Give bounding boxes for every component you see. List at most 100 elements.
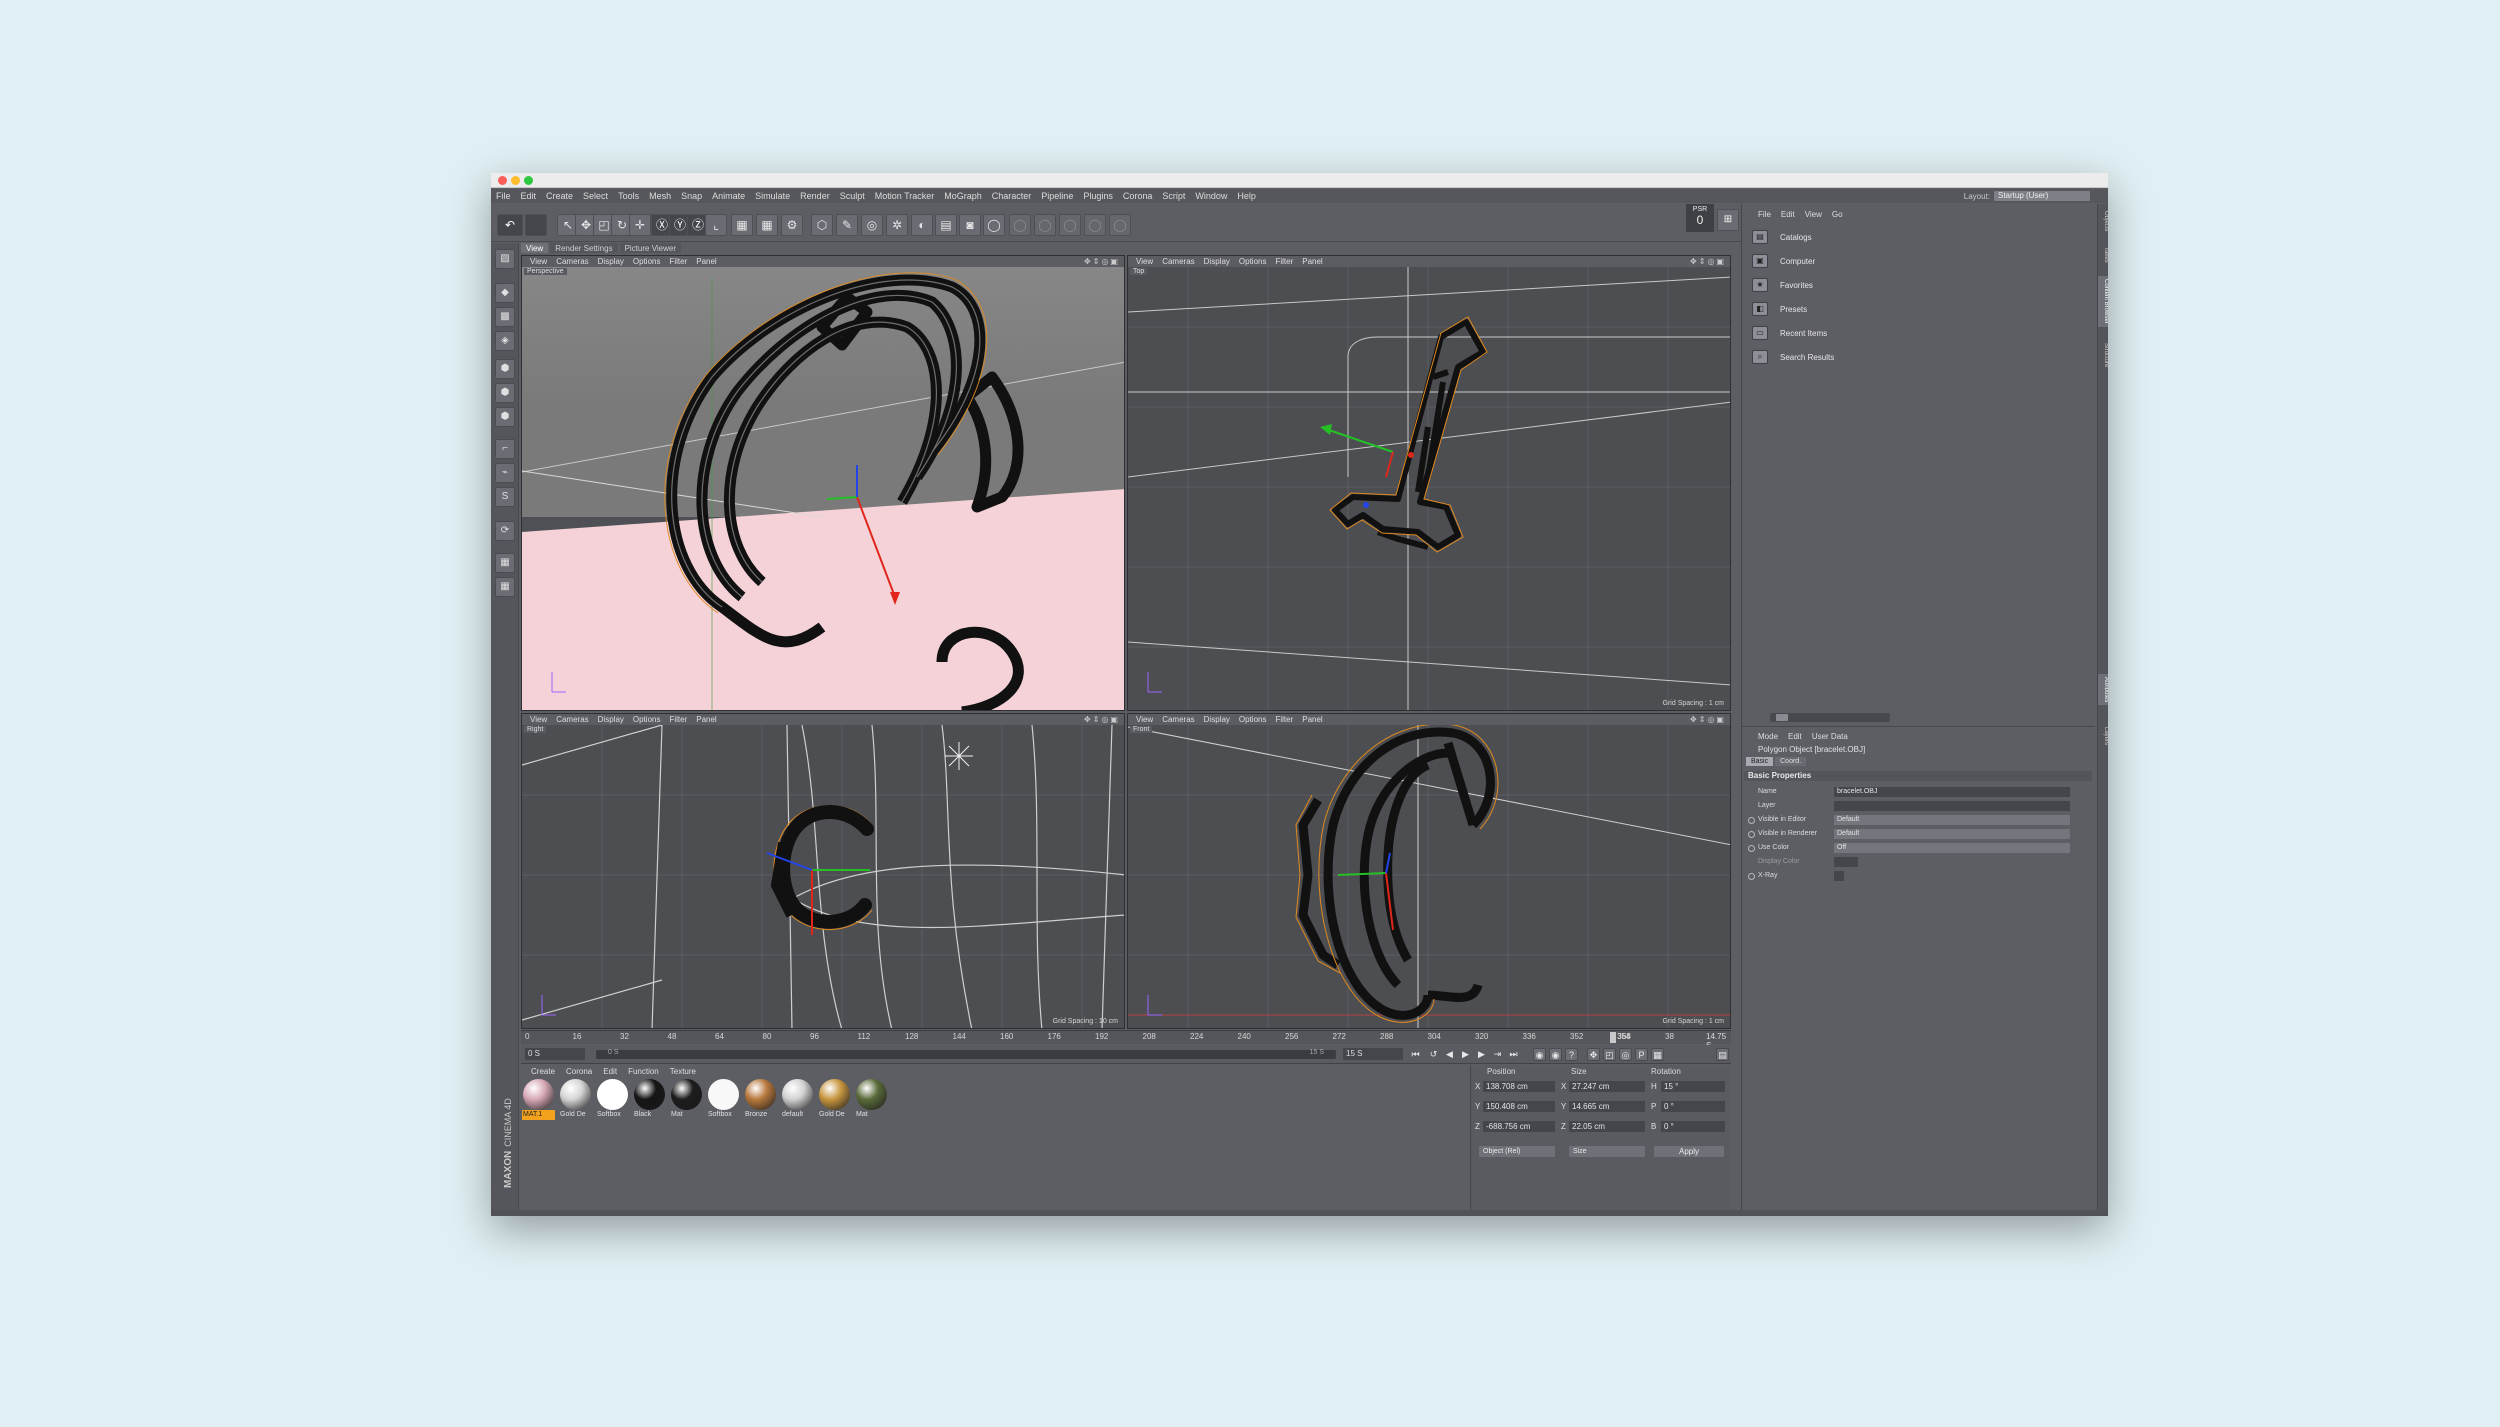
rotation-field[interactable]: 0 ° xyxy=(1661,1101,1725,1112)
menu-select[interactable]: Select xyxy=(578,191,613,201)
content-browser-item-catalogs[interactable]: ▤ Catalogs xyxy=(1752,228,1812,246)
viewport-menu-options[interactable]: Options xyxy=(633,257,661,266)
render-picture-viewer-icon[interactable]: ▦ xyxy=(756,214,778,236)
viewport-menu-view[interactable]: View xyxy=(530,257,547,266)
material-item[interactable]: Softbox xyxy=(707,1079,740,1120)
material-preview-ball[interactable] xyxy=(745,1079,776,1110)
viewport-menu-panel[interactable]: Panel xyxy=(696,715,716,724)
material-menu-corona[interactable]: Corona xyxy=(566,1067,592,1076)
viewport-menu-filter[interactable]: Filter xyxy=(669,715,687,724)
material-menu-create[interactable]: Create xyxy=(531,1067,555,1076)
viewport-menu-display[interactable]: Display xyxy=(598,257,624,266)
content-browser-item-computer[interactable]: ▣ Computer xyxy=(1752,252,1815,270)
viewport-menu-cameras[interactable]: Cameras xyxy=(1162,257,1194,266)
attribute-value[interactable] xyxy=(1834,857,1858,867)
pla-key-icon[interactable]: ▦ xyxy=(1651,1048,1664,1061)
menu-plugins[interactable]: Plugins xyxy=(1078,191,1118,201)
material-preview-ball[interactable] xyxy=(819,1079,850,1110)
cube-object-icon[interactable]: ⬡ xyxy=(811,214,833,236)
magnet-icon[interactable]: ⟳ xyxy=(495,521,515,541)
scale-key-icon[interactable]: ◰ xyxy=(1603,1048,1616,1061)
material-preview-ball[interactable] xyxy=(634,1079,665,1110)
material-item[interactable]: default xyxy=(781,1079,814,1120)
menu-motion-tracker[interactable]: Motion Tracker xyxy=(870,191,940,201)
autokey-icon[interactable]: ◉ xyxy=(1549,1048,1562,1061)
tweak-mode-icon[interactable]: ⌁ xyxy=(495,463,515,483)
position-key-icon[interactable]: ✥ xyxy=(1587,1048,1600,1061)
rotation-field[interactable]: 15 ° xyxy=(1661,1081,1725,1092)
psr-toggle-icon[interactable]: ⊞ xyxy=(1717,209,1739,231)
layout-dropdown[interactable]: Startup (User) xyxy=(1994,191,2090,201)
previous-frame-icon[interactable]: ◀ xyxy=(1443,1048,1456,1061)
viewport-menu-panel[interactable]: Panel xyxy=(1302,257,1322,266)
menu-corona[interactable]: Corona xyxy=(1118,191,1158,201)
animate-toggle-icon[interactable] xyxy=(1748,845,1755,852)
material-preview-ball[interactable] xyxy=(708,1079,739,1110)
menu-window[interactable]: Window xyxy=(1190,191,1232,201)
content-browser-item-presets[interactable]: ◧ Presets xyxy=(1752,300,1807,318)
rotation-field[interactable]: 0 ° xyxy=(1661,1121,1725,1132)
tab-picture-viewer[interactable]: Picture Viewer xyxy=(619,243,682,253)
position-field[interactable]: 138.708 cm xyxy=(1483,1081,1555,1092)
menu-sculpt[interactable]: Sculpt xyxy=(835,191,870,201)
render-settings-icon[interactable]: ⚙ xyxy=(781,214,803,236)
attribute-value[interactable] xyxy=(1834,801,2070,811)
material-preview-ball[interactable] xyxy=(856,1079,887,1110)
menu-mograph[interactable]: MoGraph xyxy=(939,191,987,201)
viewport-menu-panel[interactable]: Panel xyxy=(1302,715,1322,724)
content-browser-menu-edit[interactable]: Edit xyxy=(1781,210,1795,219)
content-browser-item-search-results[interactable]: ⌕ Search Results xyxy=(1752,348,1834,366)
next-frame-icon[interactable]: ▶ xyxy=(1475,1048,1488,1061)
material-menu-texture[interactable]: Texture xyxy=(670,1067,696,1076)
material-preview-ball[interactable] xyxy=(671,1079,702,1110)
make-editable-icon[interactable]: ▨ xyxy=(495,249,515,269)
workplane-icon[interactable]: ◈ xyxy=(495,331,515,351)
side-tab-objects[interactable]: Objects xyxy=(2098,208,2108,234)
polygons-mode-icon[interactable]: ⬢ xyxy=(495,407,515,427)
material-item[interactable]: Mat xyxy=(855,1079,888,1120)
material-preview-ball[interactable] xyxy=(560,1079,591,1110)
menu-simulate[interactable]: Simulate xyxy=(750,191,795,201)
viewport-menu-display[interactable]: Display xyxy=(1204,257,1230,266)
attribute-tab-coord[interactable]: Coord. xyxy=(1775,757,1807,766)
material-item[interactable]: Gold De xyxy=(559,1079,592,1120)
menu-help[interactable]: Help xyxy=(1232,191,1261,201)
viewport-menu-panel[interactable]: Panel xyxy=(696,257,716,266)
viewport-menu-cameras[interactable]: Cameras xyxy=(556,257,588,266)
recent-tools-icon[interactable]: ✛ xyxy=(629,214,651,236)
texture-mode-icon[interactable]: ▩ xyxy=(495,307,515,327)
animate-toggle-icon[interactable] xyxy=(1748,831,1755,838)
side-tab-takes[interactable]: Takes xyxy=(2098,244,2108,266)
attribute-menu-user-data[interactable]: User Data xyxy=(1812,732,1848,741)
material-preview-ball[interactable] xyxy=(597,1079,628,1110)
loop-icon[interactable]: ↺ xyxy=(1427,1048,1440,1061)
model-mode-icon[interactable]: ◆ xyxy=(495,283,515,303)
viewport-nav-icons[interactable]: ✥⇕◎▣ xyxy=(1084,715,1120,724)
array-icon[interactable]: ✲ xyxy=(886,214,908,236)
attribute-menu-edit[interactable]: Edit xyxy=(1788,732,1802,741)
viewport-menu-display[interactable]: Display xyxy=(1204,715,1230,724)
size-field[interactable]: 22.05 cm xyxy=(1569,1121,1645,1132)
menu-tools[interactable]: Tools xyxy=(613,191,644,201)
viewport-menu-options[interactable]: Options xyxy=(1239,715,1267,724)
content-browser-scrollbar[interactable] xyxy=(1770,713,1890,722)
go-to-end-icon[interactable]: ⏭ xyxy=(1507,1048,1520,1061)
viewport-menu-filter[interactable]: Filter xyxy=(1275,257,1293,266)
menu-file[interactable]: File xyxy=(491,191,516,201)
attribute-value[interactable] xyxy=(1834,871,1844,881)
viewport-nav-icons[interactable]: ✥⇕◎▣ xyxy=(1084,257,1120,266)
tab-view[interactable]: View xyxy=(521,243,549,253)
viewport-menu-cameras[interactable]: Cameras xyxy=(556,715,588,724)
menu-render[interactable]: Render xyxy=(795,191,835,201)
end-time-field[interactable]: 15 S xyxy=(1343,1048,1403,1060)
playhead-marker[interactable] xyxy=(1610,1032,1616,1043)
menu-snap[interactable]: Snap xyxy=(676,191,707,201)
snap-icon[interactable]: S xyxy=(495,487,515,507)
subdivision-surface-icon[interactable]: ◎ xyxy=(861,214,883,236)
record-active-icon[interactable]: ◉ xyxy=(1533,1048,1546,1061)
viewport-menu-filter[interactable]: Filter xyxy=(669,257,687,266)
spline-pen-icon[interactable]: ✎ xyxy=(836,214,858,236)
coordinate-system-icon[interactable]: ⌞ xyxy=(705,214,727,236)
attribute-tab-basic[interactable]: Basic xyxy=(1746,757,1774,766)
side-tab-content-browser[interactable]: Content Browser xyxy=(2098,276,2108,327)
